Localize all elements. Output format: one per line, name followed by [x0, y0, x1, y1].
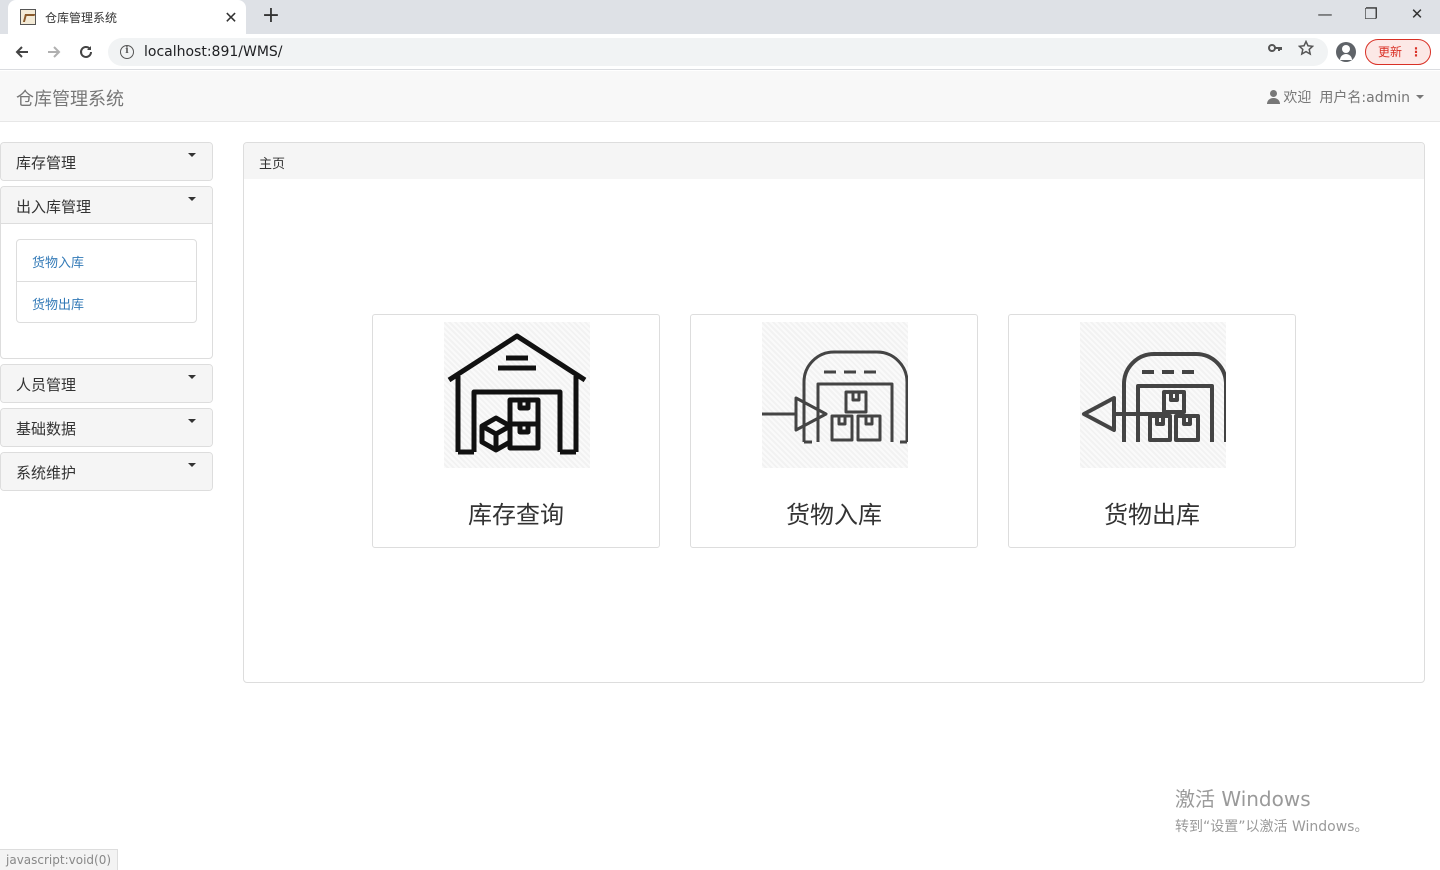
- update-label: 更新: [1378, 45, 1403, 59]
- card-label: 货物出库: [1104, 501, 1200, 529]
- submenu-item-outbound[interactable]: 货物出库: [17, 281, 196, 322]
- site-favicon-icon: [20, 9, 36, 25]
- forward-icon[interactable]: [40, 38, 68, 66]
- caret-down-icon: [188, 197, 196, 201]
- window-minimize-button[interactable]: —: [1302, 0, 1348, 30]
- caret-down-icon: [188, 153, 196, 157]
- card-label: 库存查询: [468, 501, 564, 529]
- sidebar-menu-heading[interactable]: 库存管理: [1, 143, 212, 180]
- back-icon[interactable]: [8, 38, 36, 66]
- sidebar-menu-heading[interactable]: 人员管理: [1, 365, 212, 402]
- caret-down-icon: [188, 375, 196, 379]
- browser-toolbar: i localhost:891/WMS/ 更新 ⋮: [0, 34, 1440, 70]
- windows-activation-watermark: 激活 Windows 转到“设置”以激活 Windows。: [1175, 783, 1368, 836]
- card-inventory-query[interactable]: 库存查询: [372, 314, 660, 548]
- card-label: 货物入库: [786, 501, 882, 529]
- new-tab-button[interactable]: +: [258, 4, 284, 30]
- update-button[interactable]: 更新 ⋮: [1365, 39, 1431, 65]
- sidebar-menu-inout: 出入库管理 货物入库 货物出库: [0, 186, 213, 359]
- address-bar[interactable]: i localhost:891/WMS/: [108, 38, 1328, 66]
- main-panel: 主页 库存查询 货物入库 货物出库: [243, 142, 1425, 683]
- sidebar-menu-heading[interactable]: 系统维护: [1, 453, 212, 490]
- card-goods-inbound[interactable]: 货物入库: [690, 314, 978, 548]
- sidebar-menu-label: 基础数据: [16, 420, 77, 438]
- sidebar: 库存管理 出入库管理 货物入库 货物出库 人员管理 基础数据 系统维护: [0, 142, 213, 496]
- app-navbar: 仓库管理系统 欢迎 用户名:admin: [0, 71, 1440, 122]
- caret-down-icon: [188, 419, 196, 423]
- watermark-hint: 转到“设置”以激活 Windows。: [1175, 819, 1369, 835]
- sidebar-menu-heading[interactable]: 基础数据: [1, 409, 212, 446]
- key-icon[interactable]: [1267, 40, 1283, 60]
- window-restore-button[interactable]: ❐: [1348, 0, 1394, 30]
- tab-close-icon[interactable]: ✕: [220, 8, 242, 27]
- watermark-title: 激活 Windows: [1175, 787, 1311, 811]
- submenu-item-inbound[interactable]: 货物入库: [17, 240, 196, 281]
- caret-down-icon: [188, 463, 196, 467]
- sidebar-menu-system: 系统维护: [0, 452, 213, 491]
- more-icon: ⋮: [1410, 45, 1422, 59]
- browser-tab[interactable]: 仓库管理系统 ✕: [8, 0, 246, 34]
- reload-icon[interactable]: [72, 38, 100, 66]
- sidebar-submenu: 货物入库 货物出库: [1, 224, 212, 358]
- url-text[interactable]: localhost:891/WMS/: [144, 44, 283, 60]
- window-close-button[interactable]: ✕: [1394, 0, 1440, 30]
- sidebar-menu-label: 系统维护: [16, 464, 77, 482]
- breadcrumb: 主页: [244, 143, 1424, 179]
- sidebar-menu-staff: 人员管理: [0, 364, 213, 403]
- sidebar-menu-inventory: 库存管理: [0, 142, 213, 181]
- info-icon[interactable]: i: [120, 45, 134, 59]
- sidebar-menu-label: 出入库管理: [16, 198, 92, 216]
- user-menu[interactable]: 欢迎 用户名:admin: [1267, 87, 1424, 107]
- warehouse-inbound-icon: [762, 322, 908, 468]
- username-text: 用户名:admin: [1319, 90, 1410, 106]
- card-goods-outbound[interactable]: 货物出库: [1008, 314, 1296, 548]
- sidebar-menu-label: 库存管理: [16, 154, 77, 172]
- caret-down-icon: [1416, 95, 1424, 99]
- warehouse-outbound-icon: [1080, 322, 1226, 468]
- user-icon: [1267, 90, 1281, 104]
- sidebar-menu-label: 人员管理: [16, 376, 77, 394]
- browser-tabstrip: 仓库管理系统 ✕ + — ❐ ✕: [0, 0, 1440, 34]
- status-bar: javascript:void(0): [0, 849, 119, 870]
- welcome-text: 欢迎: [1283, 90, 1312, 106]
- app-brand[interactable]: 仓库管理系统: [16, 85, 124, 111]
- profile-icon[interactable]: [1336, 42, 1356, 62]
- star-icon[interactable]: [1297, 39, 1315, 60]
- sidebar-menu-heading[interactable]: 出入库管理: [1, 187, 212, 224]
- warehouse-boxes-icon: [444, 322, 590, 468]
- sidebar-menu-basedata: 基础数据: [0, 408, 213, 447]
- submenu-list: 货物入库 货物出库: [16, 239, 197, 323]
- tab-title: 仓库管理系统: [45, 10, 118, 25]
